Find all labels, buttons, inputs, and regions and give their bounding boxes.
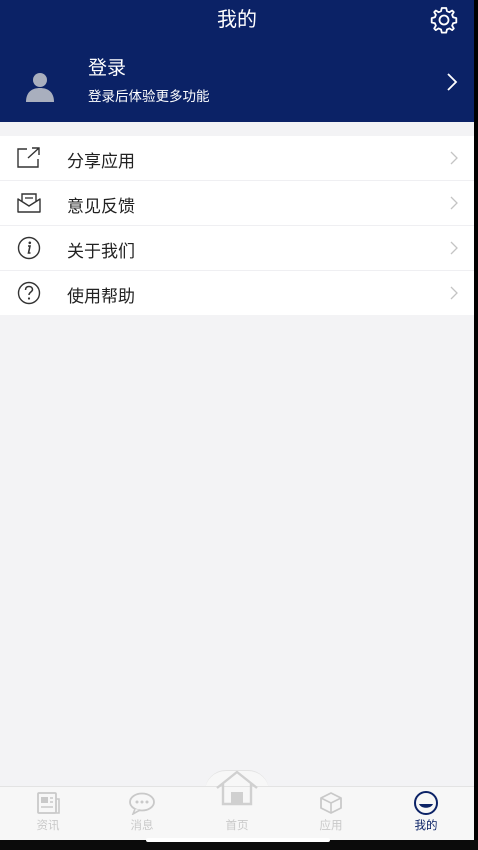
tab-label: 我的 xyxy=(414,818,438,832)
tab-news[interactable]: 资讯 xyxy=(8,787,88,841)
menu-label: 分享应用 xyxy=(67,152,135,172)
info-icon xyxy=(17,236,41,260)
chevron-right-icon xyxy=(450,196,458,210)
login-subtitle: 登录后体验更多功能 xyxy=(88,89,210,105)
tab-label: 资讯 xyxy=(36,818,60,832)
home-indicator[interactable] xyxy=(146,838,330,842)
tab-label: 消息 xyxy=(130,818,154,832)
chevron-right-icon xyxy=(450,151,458,165)
tab-messages[interactable]: 消息 xyxy=(102,787,182,841)
news-icon xyxy=(37,792,60,814)
menu-item-share[interactable]: 分享应用 xyxy=(0,136,474,181)
message-icon xyxy=(129,792,155,815)
tab-apps[interactable]: 应用 xyxy=(291,787,371,841)
menu-item-feedback[interactable]: 意见反馈 xyxy=(0,181,474,226)
chevron-right-icon xyxy=(450,241,458,255)
app-screen: 我的 登录 登录后体验更多功能 分享应用 意见反馈 关于我们 使用帮助 资讯 消… xyxy=(0,0,474,850)
tab-label: 首页 xyxy=(225,818,249,832)
share-icon xyxy=(17,147,40,168)
profile-header: 我的 登录 登录后体验更多功能 xyxy=(0,0,474,122)
chevron-right-icon xyxy=(447,73,458,91)
menu-label: 意见反馈 xyxy=(67,197,135,217)
apps-icon xyxy=(320,792,342,814)
menu-item-help[interactable]: 使用帮助 xyxy=(0,271,474,315)
settings-menu: 分享应用 意见反馈 关于我们 使用帮助 xyxy=(0,136,474,315)
avatar-icon xyxy=(26,73,54,102)
login-title[interactable]: 登录 xyxy=(88,56,126,80)
menu-item-about[interactable]: 关于我们 xyxy=(0,226,474,271)
menu-label: 使用帮助 xyxy=(67,287,135,307)
profile-icon xyxy=(414,791,438,815)
menu-label: 关于我们 xyxy=(67,242,135,262)
feedback-icon xyxy=(17,193,41,213)
help-icon xyxy=(17,281,41,305)
tab-profile[interactable]: 我的 xyxy=(386,787,466,841)
tab-label: 应用 xyxy=(319,818,343,832)
page-title: 我的 xyxy=(217,7,257,31)
chevron-right-icon xyxy=(450,286,458,300)
home-icon[interactable] xyxy=(213,768,261,810)
settings-gear-icon[interactable] xyxy=(428,4,460,36)
